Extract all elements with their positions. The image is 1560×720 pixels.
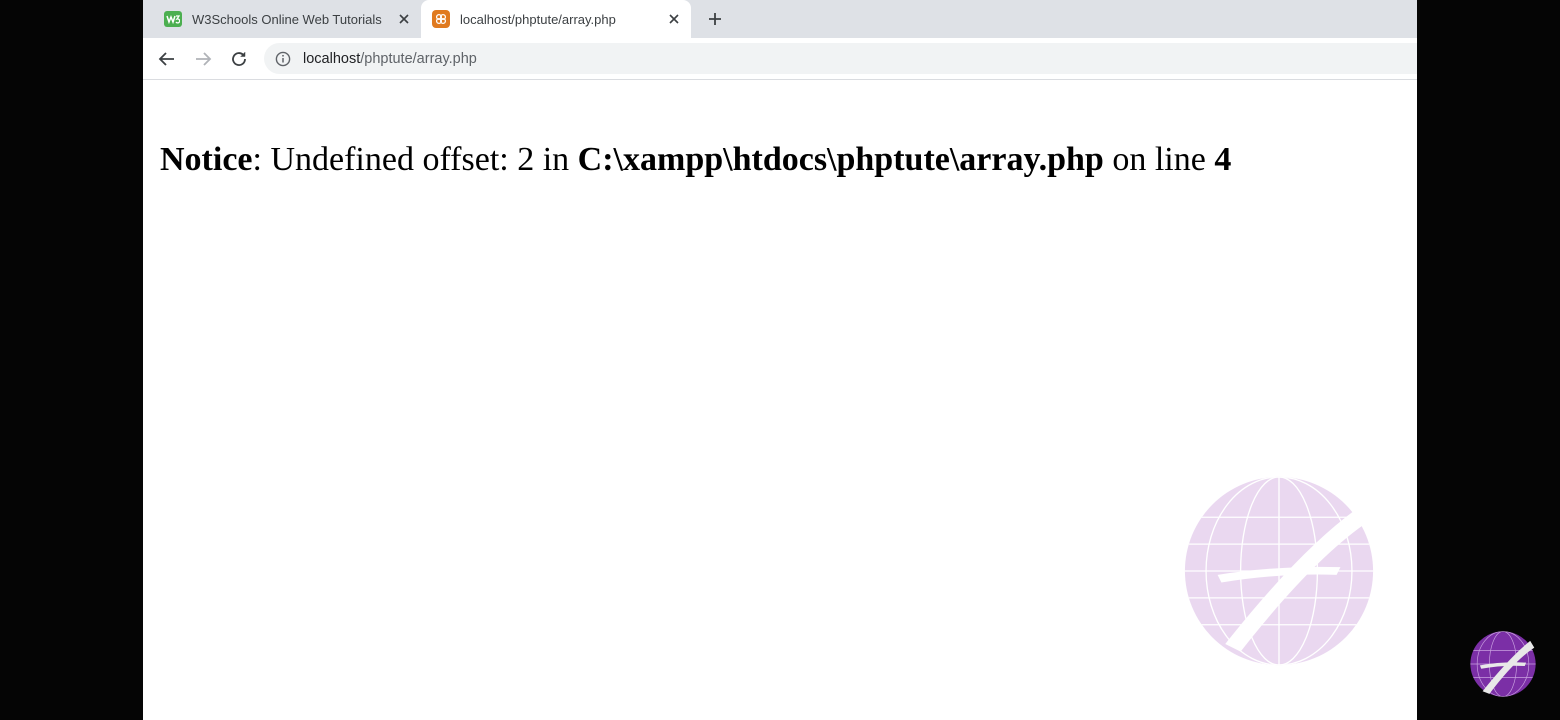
new-tab-button[interactable]: [703, 7, 727, 31]
notice-label: Notice: [160, 141, 253, 178]
arrow-left-icon: [158, 52, 174, 66]
close-tab-icon[interactable]: [393, 8, 415, 30]
notice-message: Undefined offset: 2 in: [270, 141, 578, 178]
tab-title: localhost/phptute/array.php: [460, 11, 616, 27]
notice-file: C:\xampp\htdocs\phptute\array.php: [577, 141, 1104, 178]
browser-window: W3Schools Online Web Tutorials localhost…: [143, 0, 1417, 720]
letterbox-left: [0, 0, 143, 720]
letterbox-right: [1417, 0, 1560, 720]
close-tab-icon[interactable]: [663, 8, 685, 30]
tab-array-php[interactable]: localhost/phptute/array.php: [421, 0, 691, 38]
xampp-icon: [432, 10, 450, 28]
address-bar[interactable]: localhost/phptute/array.php: [264, 43, 1417, 74]
channel-logo-icon: [1470, 631, 1536, 697]
plus-icon: [709, 13, 721, 25]
reload-icon: [232, 52, 246, 66]
url-text: localhost/phptute/array.php: [303, 51, 477, 67]
url-path: /phptute/array.php: [360, 50, 477, 67]
notice-separator: :: [252, 141, 271, 178]
w3schools-icon: [164, 11, 182, 27]
tab-w3schools[interactable]: W3Schools Online Web Tutorials: [153, 0, 421, 38]
php-notice: Notice: Undefined offset: 2 in C:\xampp\…: [160, 141, 1231, 179]
reload-button[interactable]: [226, 46, 252, 72]
tab-strip: W3Schools Online Web Tutorials localhost…: [143, 0, 1417, 38]
notice-line-number: 4: [1214, 141, 1232, 178]
url-host: localhost: [303, 50, 361, 67]
globe-watermark-icon: [1184, 476, 1374, 666]
arrow-right-icon: [196, 52, 212, 66]
forward-button[interactable]: [190, 46, 216, 72]
browser-toolbar: localhost/phptute/array.php: [143, 38, 1417, 80]
back-button[interactable]: [154, 46, 180, 72]
info-icon[interactable]: [275, 50, 293, 68]
page-content: Notice: Undefined offset: 2 in C:\xampp\…: [143, 80, 1417, 720]
tab-title: W3Schools Online Web Tutorials: [192, 11, 382, 27]
notice-on-line: on line: [1103, 141, 1215, 178]
